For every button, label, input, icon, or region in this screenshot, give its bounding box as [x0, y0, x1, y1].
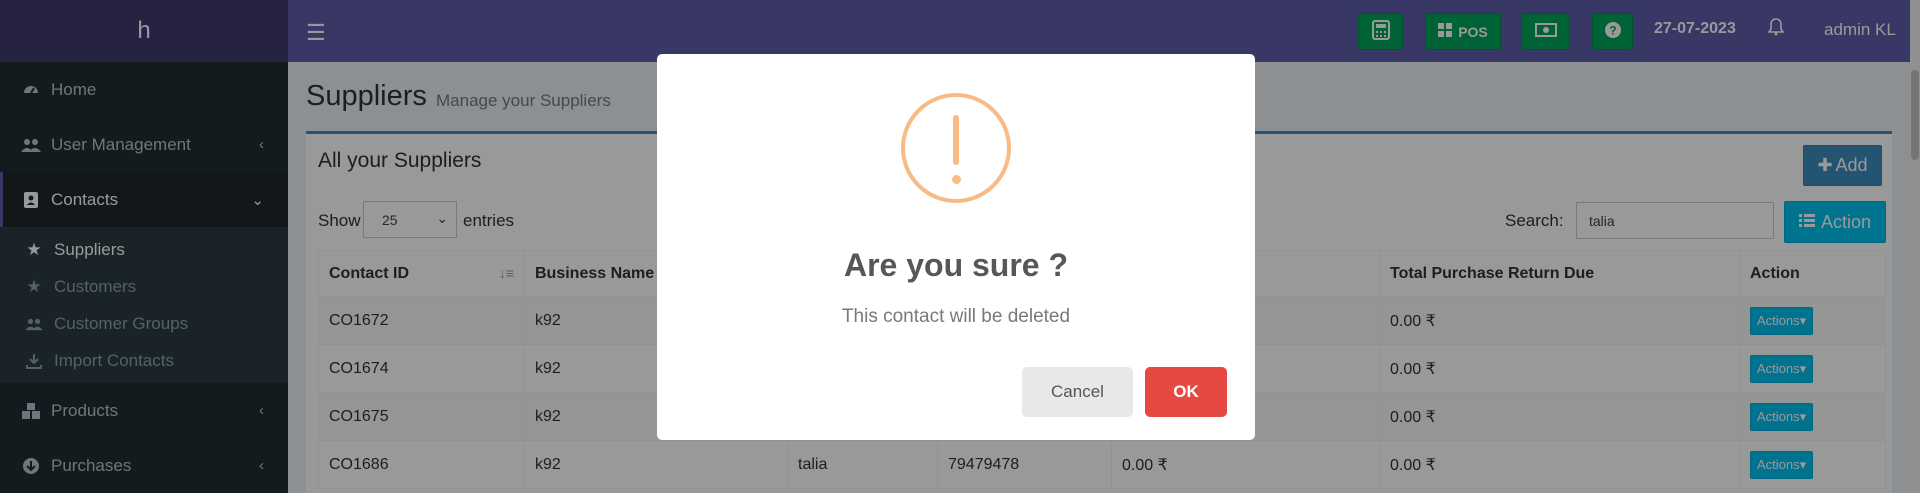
warning-icon — [901, 93, 1011, 203]
dialog-title: Are you sure ? — [843, 247, 1069, 283]
ok-button[interactable]: OK — [1145, 367, 1227, 417]
dialog-text: This contact will be deleted — [841, 306, 1071, 327]
confirm-dialog: Are you sure ? This contact will be dele… — [657, 54, 1255, 440]
cancel-button[interactable]: Cancel — [1022, 367, 1133, 417]
